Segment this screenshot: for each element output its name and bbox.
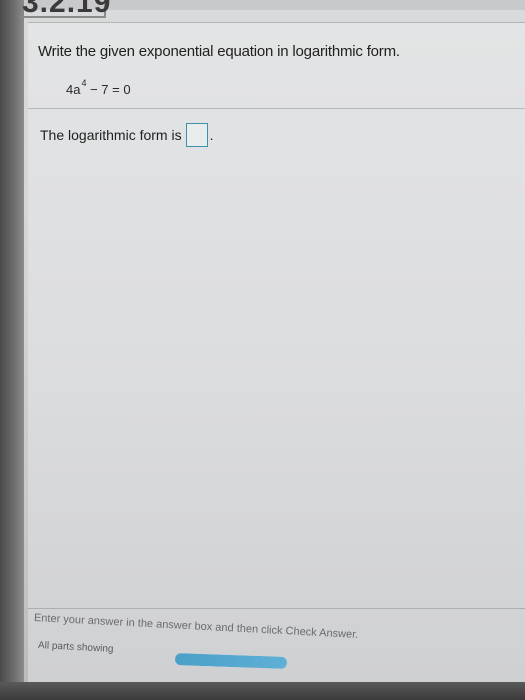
monitor-bezel-bottom [0, 682, 525, 700]
footer-divider [28, 608, 525, 609]
answer-input[interactable] [185, 123, 208, 147]
equation-exponent: 4 [81, 78, 87, 88]
exponential-equation: 4a4 − 7 = 0 [66, 78, 131, 97]
equation-rest: − 7 = 0 [86, 82, 131, 97]
screen-frame: Write the given exponential equation in … [0, 0, 525, 700]
section-number: 3.2.19 [22, 0, 112, 19]
question-instruction: Write the given exponential equation in … [38, 43, 400, 60]
equation-base: 4a [66, 82, 81, 97]
monitor-bezel [0, 0, 24, 700]
question-panel: Write the given exponential equation in … [28, 22, 525, 683]
question-divider [28, 108, 525, 109]
answer-prompt: The logarithmic form is [40, 127, 182, 143]
answer-prompt-row: The logarithmic form is . [40, 123, 213, 147]
answer-period: . [209, 127, 214, 143]
